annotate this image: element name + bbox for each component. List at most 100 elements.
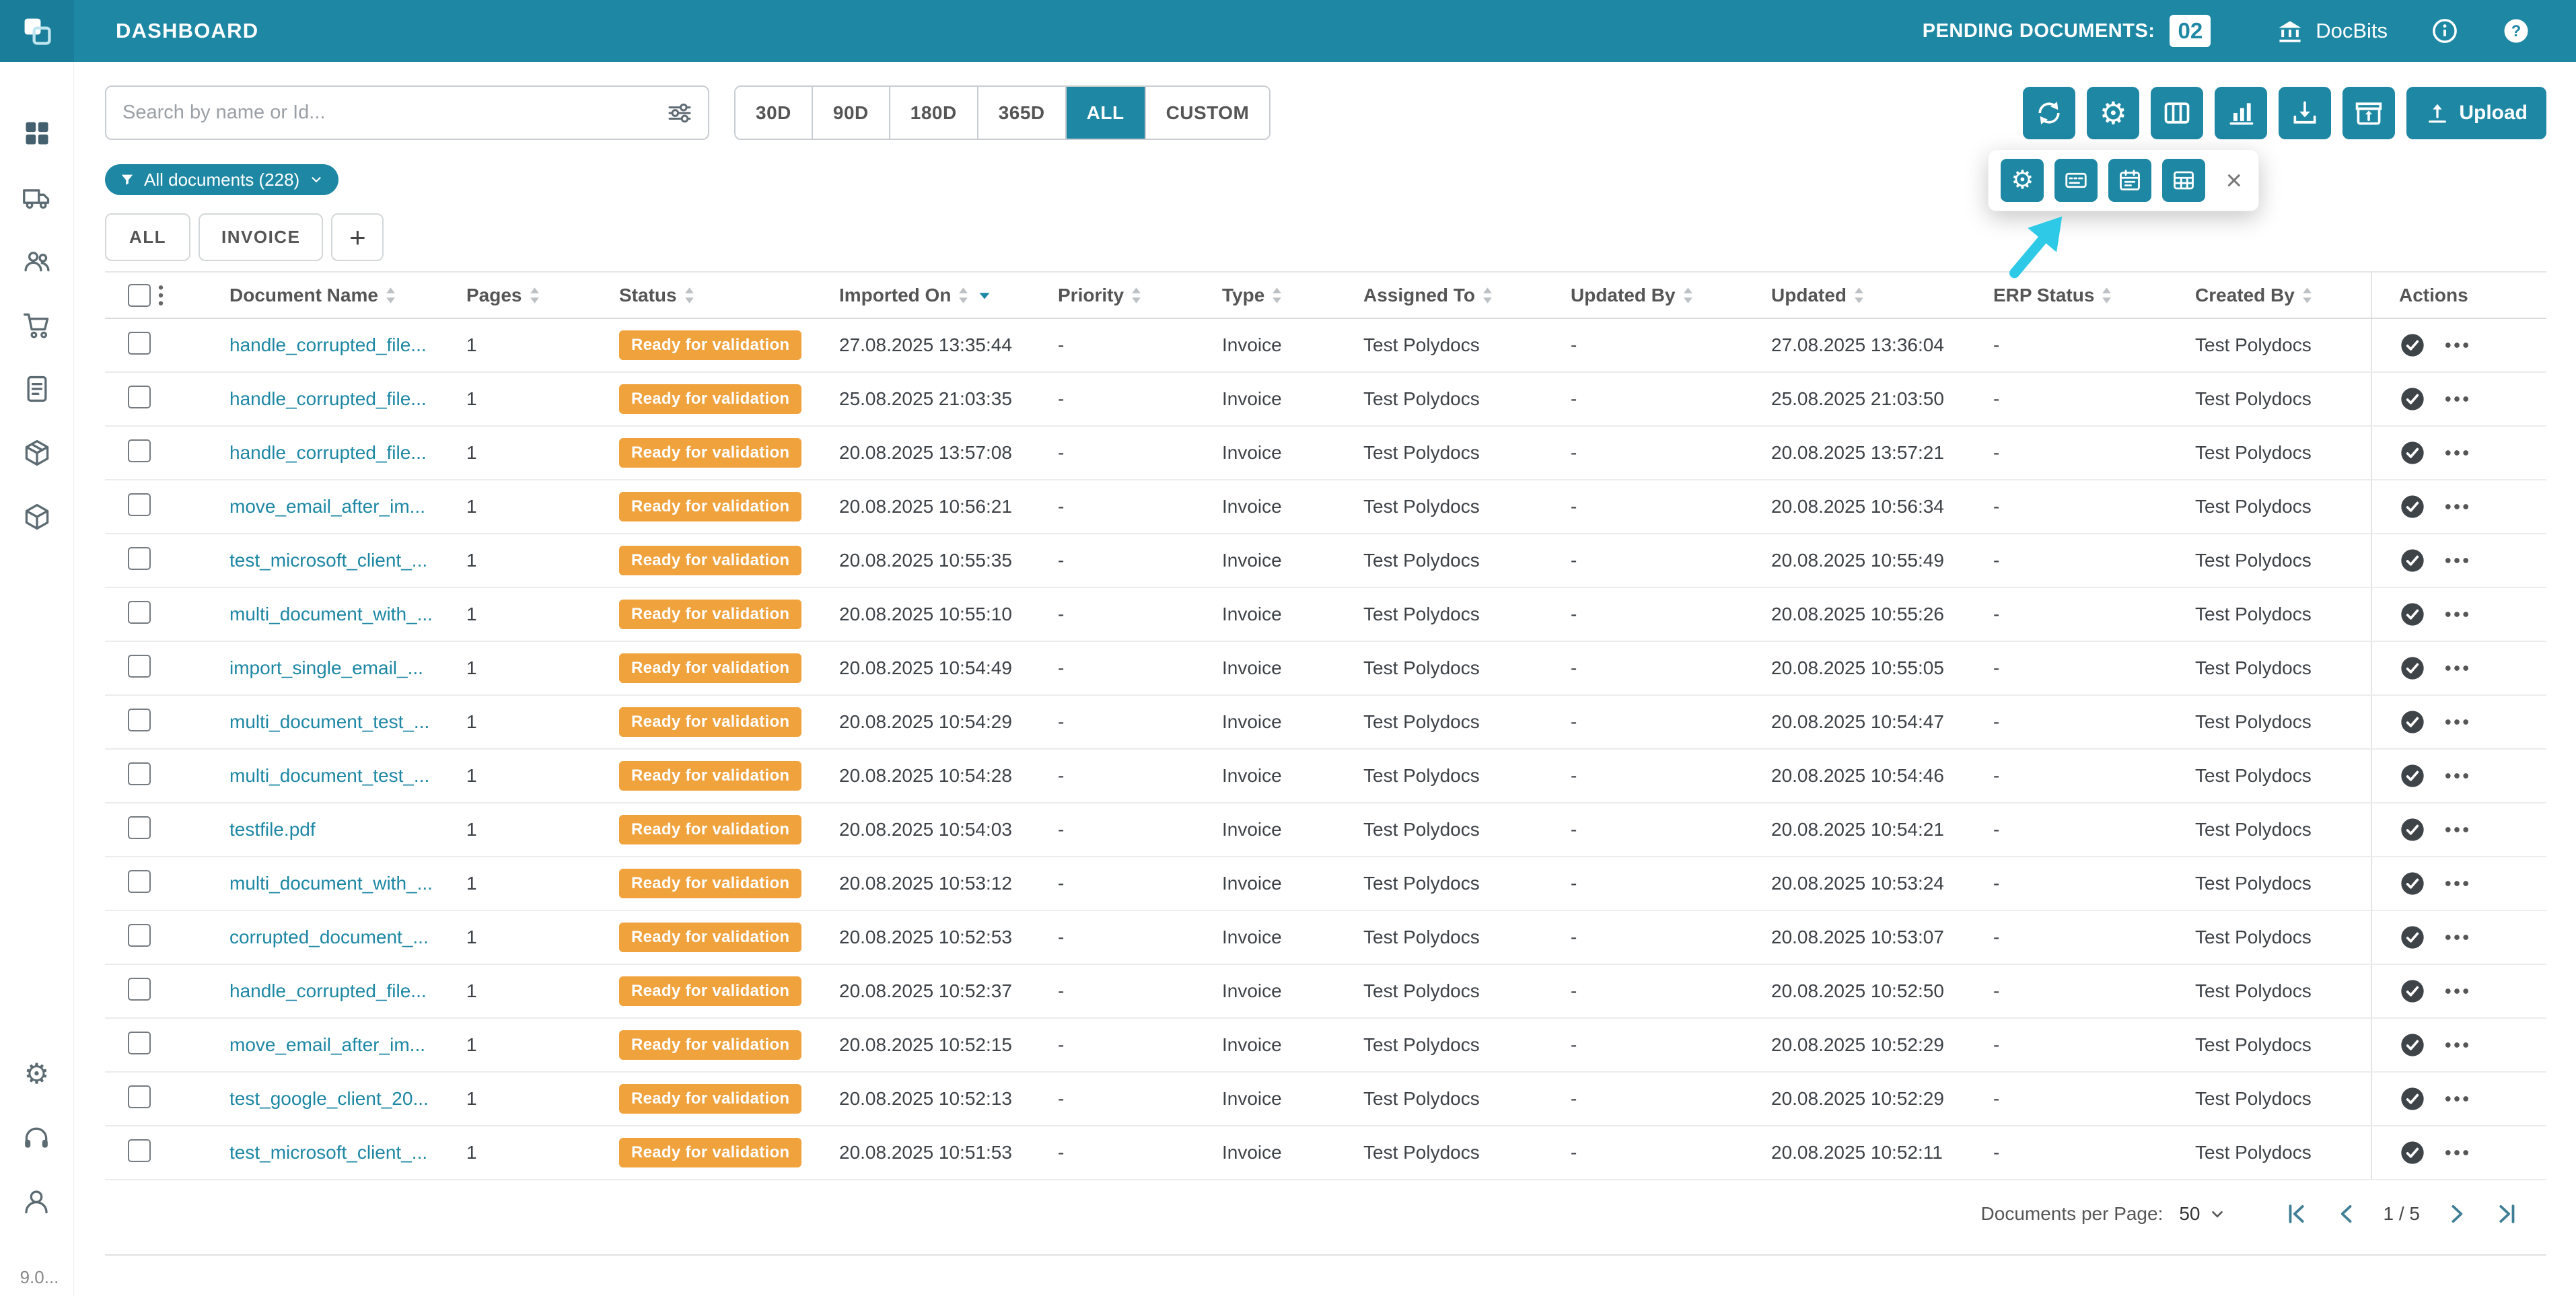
- select-all-checkbox[interactable]: [128, 284, 151, 307]
- row-checkbox[interactable]: [128, 655, 151, 678]
- row-menu-dots-icon[interactable]: [2445, 1149, 2469, 1157]
- col-erp-status[interactable]: ERP Status: [1993, 285, 2094, 306]
- columns-layout-button[interactable]: [2151, 87, 2203, 139]
- table-row[interactable]: test_microsoft_client_... 1 Ready for va…: [105, 534, 2546, 587]
- analytics-button[interactable]: [2215, 87, 2267, 139]
- package-icon[interactable]: [22, 438, 52, 468]
- document-name-link[interactable]: multi_document_with_...: [229, 604, 433, 624]
- validated-check-icon[interactable]: [2399, 709, 2426, 735]
- invoice-document-icon[interactable]: [22, 374, 52, 404]
- per-page-select[interactable]: 50: [2179, 1203, 2225, 1225]
- row-menu-dots-icon[interactable]: [2445, 610, 2469, 618]
- tab-all[interactable]: ALL: [105, 213, 190, 261]
- headset-support-icon[interactable]: [22, 1123, 51, 1153]
- validated-check-icon[interactable]: [2399, 762, 2426, 789]
- col-updated[interactable]: Updated: [1771, 285, 1847, 306]
- table-row[interactable]: move_email_after_im... 1 Ready for valid…: [105, 1018, 2546, 1072]
- row-menu-dots-icon[interactable]: [2445, 449, 2469, 457]
- date-filter-365d[interactable]: 365D: [977, 87, 1065, 139]
- document-name-link[interactable]: import_single_email_...: [229, 657, 423, 678]
- row-menu-dots-icon[interactable]: [2445, 341, 2469, 349]
- row-checkbox[interactable]: [128, 601, 151, 624]
- row-checkbox[interactable]: [128, 978, 151, 1001]
- shopping-cart-icon[interactable]: [22, 310, 52, 340]
- document-name-link[interactable]: multi_document_with_...: [229, 873, 433, 894]
- help-button[interactable]: ?: [2502, 17, 2530, 45]
- table-row[interactable]: handle_corrupted_file... 1 Ready for val…: [105, 372, 2546, 426]
- document-name-link[interactable]: move_email_after_im...: [229, 1034, 425, 1055]
- table-row[interactable]: handle_corrupted_file... 1 Ready for val…: [105, 318, 2546, 372]
- info-button[interactable]: [2431, 17, 2459, 45]
- document-name-link[interactable]: handle_corrupted_file...: [229, 334, 427, 355]
- validated-check-icon[interactable]: [2399, 493, 2426, 520]
- col-status[interactable]: Status: [619, 285, 677, 306]
- document-name-link[interactable]: move_email_after_im...: [229, 496, 425, 517]
- row-menu-dots-icon[interactable]: [2445, 933, 2469, 941]
- row-checkbox[interactable]: [128, 1085, 151, 1108]
- document-name-link[interactable]: testfile.pdf: [229, 819, 316, 840]
- settings-gear-icon[interactable]: ⚙: [24, 1059, 50, 1089]
- row-menu-dots-icon[interactable]: [2445, 718, 2469, 726]
- row-menu-dots-icon[interactable]: [2445, 664, 2469, 672]
- sort-icon[interactable]: [2101, 286, 2112, 305]
- document-name-link[interactable]: handle_corrupted_file...: [229, 980, 427, 1001]
- dashboard-grid-icon[interactable]: [22, 118, 52, 148]
- sort-icon[interactable]: [1482, 286, 1493, 305]
- table-row[interactable]: move_email_after_im... 1 Ready for valid…: [105, 480, 2546, 534]
- sort-icon[interactable]: [2301, 286, 2313, 305]
- row-checkbox[interactable]: [128, 1032, 151, 1054]
- validated-check-icon[interactable]: [2399, 924, 2426, 951]
- row-menu-dots-icon[interactable]: [2445, 1095, 2469, 1103]
- row-menu-dots-icon[interactable]: [2445, 1041, 2469, 1049]
- sort-icon[interactable]: [1853, 286, 1865, 305]
- validated-check-icon[interactable]: [2399, 1032, 2426, 1058]
- popup-settings-button[interactable]: ⚙: [2001, 159, 2044, 202]
- popup-calendar-button[interactable]: [2108, 159, 2151, 202]
- add-tab-button[interactable]: +: [331, 213, 384, 261]
- sort-icon[interactable]: [529, 286, 540, 305]
- sort-icon[interactable]: [1682, 286, 1694, 305]
- tab-invoice[interactable]: INVOICE: [199, 213, 323, 261]
- document-name-link[interactable]: multi_document_test_...: [229, 765, 429, 786]
- import-box-button[interactable]: [2342, 87, 2395, 139]
- row-checkbox[interactable]: [128, 493, 151, 516]
- document-name-link[interactable]: handle_corrupted_file...: [229, 388, 427, 409]
- last-page-button[interactable]: [2494, 1201, 2519, 1227]
- table-row[interactable]: multi_document_test_... 1 Ready for vali…: [105, 749, 2546, 803]
- row-menu-dots-icon[interactable]: [2445, 556, 2469, 565]
- row-checkbox[interactable]: [128, 816, 151, 839]
- row-checkbox[interactable]: [128, 924, 151, 947]
- validated-check-icon[interactable]: [2399, 1085, 2426, 1112]
- packages-icon[interactable]: [22, 502, 52, 532]
- validated-check-icon[interactable]: [2399, 547, 2426, 574]
- validated-check-icon[interactable]: [2399, 870, 2426, 897]
- row-checkbox[interactable]: [128, 439, 151, 462]
- date-filter-180d[interactable]: 180D: [889, 87, 977, 139]
- sort-icon[interactable]: [1131, 286, 1142, 305]
- row-menu-dots-icon[interactable]: [2445, 987, 2469, 995]
- user-profile-icon[interactable]: [22, 1187, 51, 1217]
- upload-button[interactable]: Upload: [2406, 87, 2546, 139]
- popup-keyboard-card-button[interactable]: [2054, 159, 2098, 202]
- document-name-link[interactable]: handle_corrupted_file...: [229, 442, 427, 463]
- row-checkbox[interactable]: [128, 709, 151, 731]
- sort-icon[interactable]: [684, 286, 695, 305]
- delivery-truck-icon[interactable]: [22, 182, 52, 212]
- document-name-link[interactable]: test_google_client_20...: [229, 1088, 429, 1109]
- sort-icon[interactable]: [385, 286, 396, 305]
- table-row[interactable]: test_microsoft_client_... 1 Ready for va…: [105, 1126, 2546, 1180]
- row-checkbox[interactable]: [128, 547, 151, 570]
- col-priority[interactable]: Priority: [1058, 285, 1124, 306]
- row-checkbox[interactable]: [128, 1139, 151, 1162]
- row-menu-dots-icon[interactable]: [2445, 772, 2469, 780]
- sort-icon[interactable]: [958, 286, 969, 305]
- document-name-link[interactable]: test_microsoft_client_...: [229, 550, 427, 571]
- app-logo[interactable]: [0, 0, 74, 62]
- col-imported-on[interactable]: Imported On: [839, 285, 951, 306]
- row-menu-dots-icon[interactable]: [2445, 395, 2469, 403]
- sync-button[interactable]: [2023, 87, 2075, 139]
- table-row[interactable]: handle_corrupted_file... 1 Ready for val…: [105, 964, 2546, 1018]
- validated-check-icon[interactable]: [2399, 439, 2426, 466]
- col-updated-by[interactable]: Updated By: [1571, 285, 1676, 306]
- row-checkbox[interactable]: [128, 762, 151, 785]
